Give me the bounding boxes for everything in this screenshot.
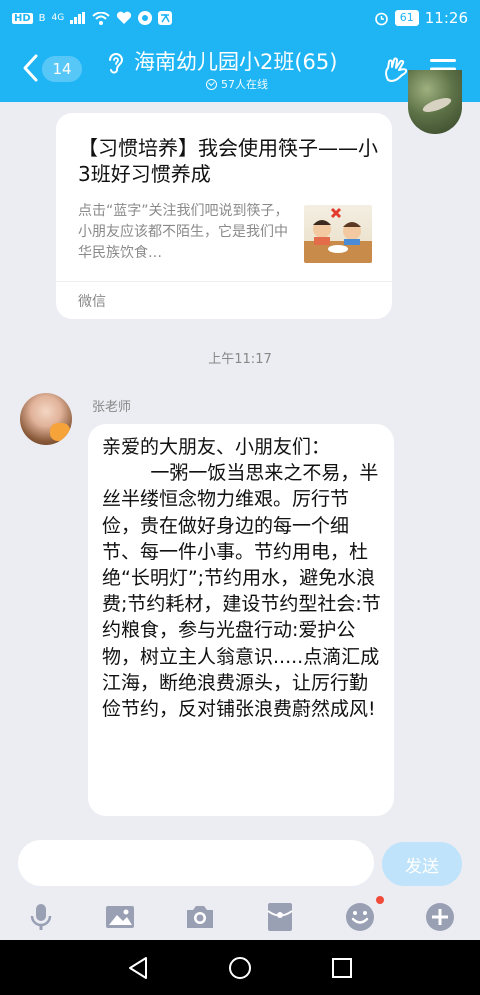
wifi-icon xyxy=(92,11,110,25)
b-badge: B xyxy=(38,12,46,24)
input-bar: 发送 xyxy=(0,830,480,896)
article-description: 点击“蓝字”关注我们吧说到筷子，小朋友应该都不陌生，它是我们中华民族饮食… xyxy=(78,203,289,261)
plus-icon[interactable] xyxy=(423,900,457,934)
article-title: 【习惯培养】我会使用筷子——小3班好习惯养成 xyxy=(78,136,378,186)
ear-icon[interactable] xyxy=(106,51,126,75)
network-label: 4G xyxy=(51,13,65,23)
hd-badge: HD xyxy=(12,12,33,24)
shared-article-card[interactable]: 【习惯培养】我会使用筷子——小3班好习惯养成 点击“蓝字”关注我们吧说到筷子，小… xyxy=(56,113,392,319)
mic-icon[interactable] xyxy=(24,900,58,934)
camera-icon[interactable] xyxy=(183,900,217,934)
status-right: 61 11:26 xyxy=(374,9,468,27)
status-time: 11:26 xyxy=(424,9,468,27)
translate-icon xyxy=(158,11,173,25)
emoji-notification-dot xyxy=(376,896,384,904)
online-count: 57人在线 xyxy=(221,78,268,91)
article-thumbnail xyxy=(304,205,372,263)
alarm-icon xyxy=(374,12,388,25)
send-button[interactable]: 发送 xyxy=(382,842,462,886)
status-bar: HD B 4G 61 11:26 xyxy=(0,0,480,36)
unread-count-badge[interactable]: 14 xyxy=(42,56,82,82)
recents-square-icon[interactable] xyxy=(328,954,356,982)
sender-name: 张老师 xyxy=(92,400,132,415)
message-bubble[interactable]: 亲爱的大朋友、小朋友们： 一粥一饭当思来之不易，半丝半缕恒念物力维艰。厉行节俭，… xyxy=(88,424,394,816)
chat-title: 海南幼儿园小2班(65) xyxy=(134,50,338,74)
card-divider xyxy=(56,281,392,282)
app-notification-icon xyxy=(138,11,153,25)
back-chevron-icon[interactable] xyxy=(20,50,40,86)
heart-pulse-icon xyxy=(117,11,132,24)
system-nav-bar xyxy=(0,940,480,995)
red-packet-icon[interactable] xyxy=(263,900,297,934)
hand-gesture-icon[interactable] xyxy=(382,56,410,84)
children-eating-illustration xyxy=(304,207,372,263)
sender-avatar-partial[interactable] xyxy=(408,70,462,134)
check-circle-icon xyxy=(206,78,217,90)
home-circle-icon[interactable] xyxy=(226,954,254,982)
back-triangle-icon[interactable] xyxy=(124,954,152,982)
battery-indicator: 61 xyxy=(394,10,419,26)
time-separator: 上午11:17 xyxy=(208,352,272,367)
signal-icon xyxy=(70,12,86,24)
input-toolbar xyxy=(0,896,480,940)
teacher-avatar[interactable] xyxy=(20,393,72,445)
message-text: 亲爱的大朋友、小朋友们： 一粥一饭当思来之不易，半丝半缕恒念物力维艰。厉行节俭，… xyxy=(102,436,381,721)
image-icon[interactable] xyxy=(103,900,137,934)
status-left: HD B 4G xyxy=(12,11,173,25)
online-status[interactable]: 57人在线 xyxy=(206,76,268,92)
message-input[interactable] xyxy=(18,840,374,886)
emoji-icon[interactable] xyxy=(343,900,377,934)
article-source: 微信 xyxy=(78,294,106,310)
